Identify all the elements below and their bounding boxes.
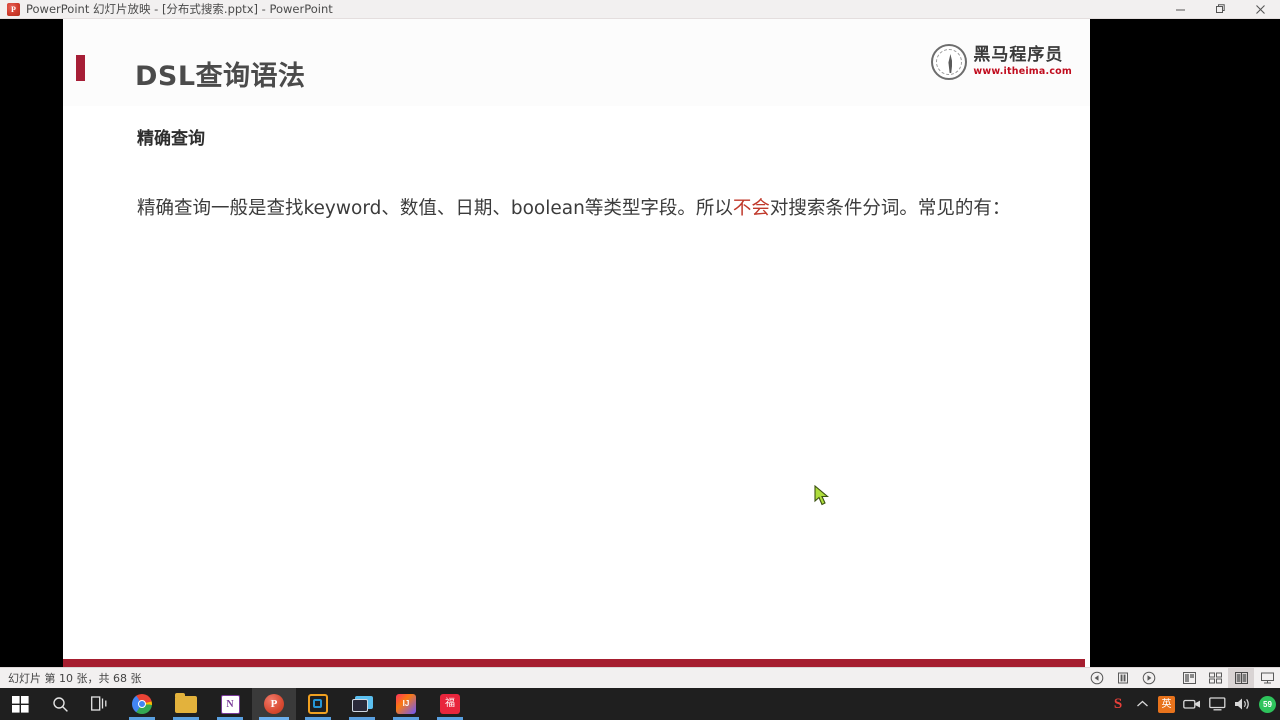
slideshow-button[interactable] [1254,668,1280,689]
search-icon [52,696,68,712]
brand-logo: 黑马程序员 www.itheima.com [931,44,1072,80]
taskbar-app-file-explorer[interactable] [164,688,208,720]
camera-icon [1183,699,1200,709]
chevron-up-icon [1136,700,1148,707]
task-view-icon [90,696,106,711]
taskbar-app-fuwang[interactable] [428,688,472,720]
tray-status-badge[interactable] [1255,688,1280,720]
slide-sorter-button[interactable] [1202,668,1228,689]
search-button[interactable] [40,688,80,720]
remote-desktop-icon [351,695,373,713]
windows-icon [11,695,29,713]
chrome-icon [132,694,152,714]
taskbar-app-vmware[interactable] [296,688,340,720]
brand-logo-text: 黑马程序员 www.itheima.com [973,47,1072,77]
slideshow-stage[interactable]: DSL查询语法 黑马程序员 www.itheima.com 精确查询 精确查询一… [0,19,1280,685]
onenote-icon [220,694,240,714]
tray-show-hidden-icons[interactable] [1130,688,1154,720]
intellij-idea-icon [396,694,416,714]
slide-progress-track [63,659,1090,667]
body-highlight: 不会 [732,198,770,219]
powerpoint-slideshow-window: PowerPoint 幻灯片放映 - [分布式搜索.pptx] - PowerP… [0,0,1280,720]
taskbar-app-powerpoint[interactable] [252,688,296,720]
tray-network[interactable] [1205,688,1230,720]
taskbar-app-onenote[interactable] [208,688,252,720]
title-accent-bar [76,55,85,81]
brand-url: www.itheima.com [973,66,1072,78]
monitor-icon [1209,697,1226,711]
reading-view-button[interactable] [1228,667,1254,689]
pause-button[interactable] [1110,668,1136,689]
folder-icon [175,692,197,713]
next-slide-button[interactable] [1136,668,1162,689]
close-icon[interactable] [1240,0,1280,19]
tray-camera[interactable] [1179,688,1205,720]
tray-ime-language[interactable] [1154,688,1179,720]
body-part-1: 精确查询一般是查找keyword、数值、日期、boolean等类型字段。所以 [137,198,733,219]
taskbar-app-remote-desktop[interactable] [340,688,384,720]
taskbar-app-intellij-idea[interactable] [384,688,428,720]
fuwang-icon [440,694,460,714]
sogou-icon: S [1113,695,1123,712]
tray-sogou-input[interactable]: S [1106,688,1130,720]
taskbar-app-chrome[interactable] [120,688,164,720]
window-titlebar: PowerPoint 幻灯片放映 - [分布式搜索.pptx] - PowerP… [0,0,1280,19]
start-button[interactable] [0,688,40,720]
slide-progress-fill [63,659,1085,667]
brand-name: 黑马程序员 [973,45,1064,66]
status-bar: 幻灯片 第 10 张，共 68 张 [0,667,1280,689]
powerpoint-icon [264,694,284,714]
ime-english-icon [1158,695,1175,713]
green-badge-icon [1259,695,1276,713]
body-part-2: 对搜索条件分词。常见的有： [769,198,1011,219]
window-title: PowerPoint 幻灯片放映 - [分布式搜索.pptx] - PowerP… [26,2,333,16]
powerpoint-icon [7,2,20,16]
task-view-button[interactable] [80,688,120,720]
minimize-icon[interactable] [1160,0,1200,19]
volume-icon [1235,698,1249,710]
slide-body-text: 精确查询一般是查找keyword、数值、日期、boolean等类型字段。所以不会… [137,195,1010,223]
itheima-logo-mark-icon [931,44,968,80]
restore-icon[interactable] [1200,0,1240,19]
vmware-icon [308,694,328,714]
slide-canvas[interactable]: DSL查询语法 黑马程序员 www.itheima.com 精确查询 精确查询一… [63,19,1090,667]
normal-view-button[interactable] [1176,668,1202,689]
windows-taskbar: S [0,688,1280,720]
slide-subheading: 精确查询 [137,129,205,149]
slide-counter-label: 幻灯片 第 10 张，共 68 张 [8,672,142,685]
system-tray: S [1106,688,1280,720]
previous-slide-button[interactable] [1084,668,1110,689]
tray-volume[interactable] [1230,688,1255,720]
slide-title: DSL查询语法 [135,61,306,92]
